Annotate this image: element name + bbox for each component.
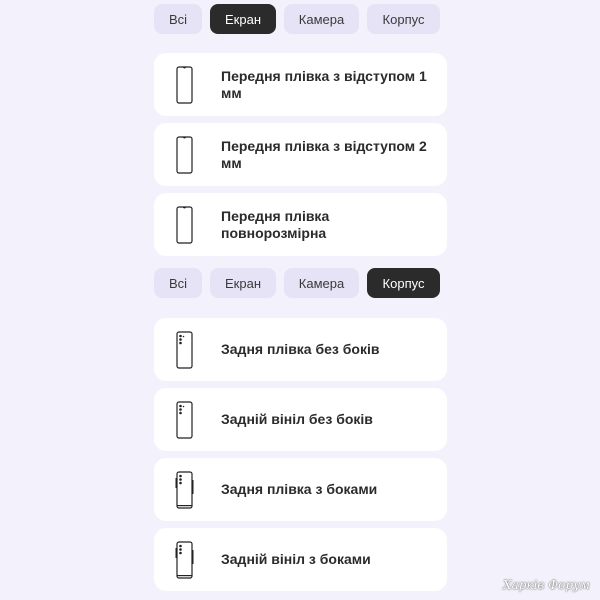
screen-option-card[interactable]: Передня плівка з відступом 2 мм: [154, 123, 447, 186]
tab-body[interactable]: Корпус: [367, 4, 440, 34]
screen-option-label: Передня плівка з відступом 1 мм: [221, 67, 427, 101]
body-option-card[interactable]: Задній вініл з боками: [154, 528, 447, 591]
phone-front-notch-icon: [176, 205, 193, 244]
body-option-card[interactable]: Задня плівка без боків: [154, 318, 447, 381]
tab-all[interactable]: Всі: [154, 4, 202, 34]
tab-all[interactable]: Всі: [154, 268, 202, 298]
body-option-card[interactable]: Задній вініл без боків: [154, 388, 447, 451]
body-option-label: Задній вініл з боками: [221, 551, 371, 567]
tab-camera[interactable]: Камера: [284, 268, 359, 298]
screen-option-label: Передня плівка повнорозмірна: [221, 207, 330, 241]
filter-tabs-top: Всі Екран Камера Корпус: [154, 4, 440, 34]
phone-back-camera-icon: [176, 330, 193, 369]
body-option-label: Задня плівка з боками: [221, 481, 378, 497]
filter-tabs-bottom: Всі Екран Камера Корпус: [154, 268, 440, 298]
phone-back-sides-icon: [175, 540, 194, 579]
body-option-card[interactable]: Задня плівка з боками: [154, 458, 447, 521]
screen-option-card[interactable]: Передня плівка з відступом 1 мм: [154, 53, 447, 116]
tab-body[interactable]: Корпус: [367, 268, 440, 298]
tab-camera[interactable]: Камера: [284, 4, 359, 34]
phone-back-camera-icon: [176, 400, 193, 439]
body-option-label: Задній вініл без боків: [221, 411, 373, 427]
body-option-label: Задня плівка без боків: [221, 341, 380, 357]
screen-option-card[interactable]: Передня плівка повнорозмірна: [154, 193, 447, 256]
phone-back-sides-icon: [175, 470, 194, 509]
phone-front-notch-icon: [176, 135, 193, 174]
tab-screen[interactable]: Екран: [210, 268, 276, 298]
watermark: Харків Форум: [503, 578, 590, 592]
screen-option-label: Передня плівка з відступом 2 мм: [221, 137, 427, 171]
tab-screen[interactable]: Екран: [210, 4, 276, 34]
phone-front-notch-icon: [176, 65, 193, 104]
